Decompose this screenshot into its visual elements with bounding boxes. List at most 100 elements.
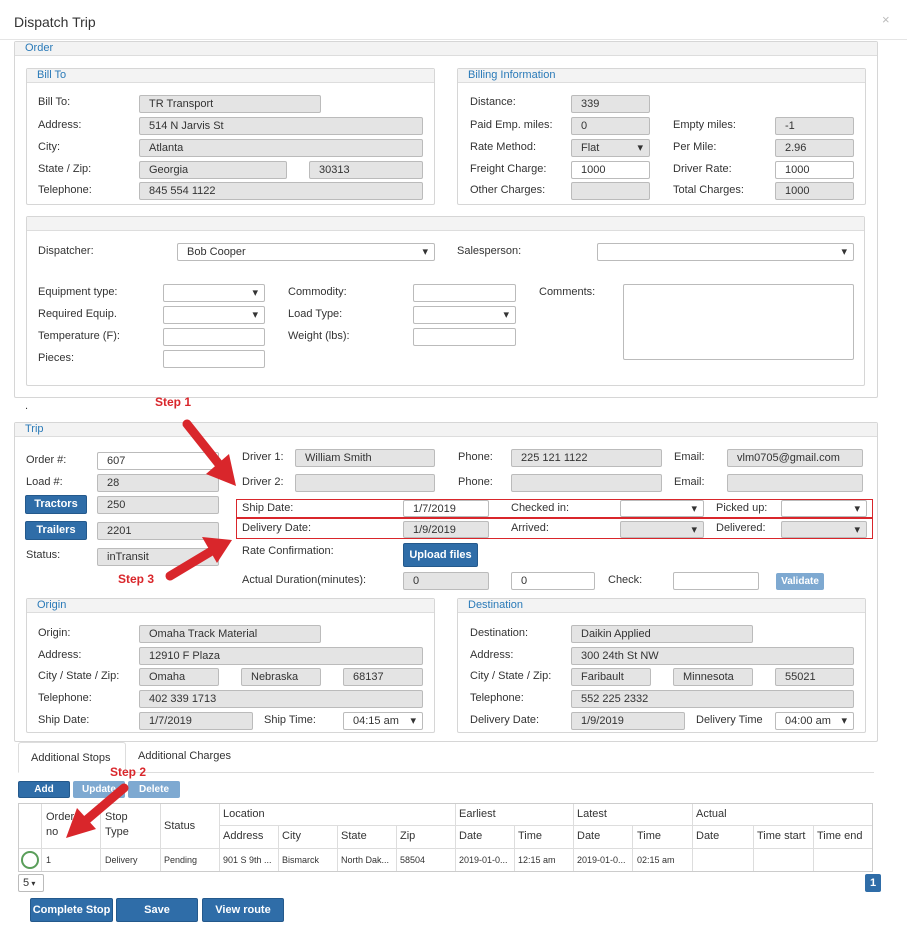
duration-input[interactable]: 0 (511, 572, 595, 590)
commodity-field[interactable] (413, 284, 516, 302)
table-row[interactable]: 1 Delivery Pending 901 S 9th ... Bismarc… (19, 849, 872, 870)
total-charges-field[interactable]: 1000 (775, 182, 854, 200)
other-charges-field[interactable] (571, 182, 650, 200)
page-button[interactable]: 1 (865, 874, 881, 892)
phone1-field[interactable]: 225 121 1122 (511, 449, 662, 467)
email2-field[interactable] (727, 474, 863, 492)
tractors-button[interactable]: Tractors (25, 495, 87, 514)
group-actual-header: Actual (696, 808, 727, 820)
salesperson-select[interactable] (597, 243, 854, 261)
bill-zip-field[interactable]: 30313 (309, 161, 423, 179)
col-status-header[interactable]: Status (164, 820, 195, 832)
bill-state-field[interactable]: Georgia (139, 161, 287, 179)
trailers-field[interactable]: 2201 (97, 522, 219, 540)
destination-zip-field[interactable]: 55021 (775, 668, 854, 686)
comments-textarea[interactable] (623, 284, 854, 360)
view-route-button[interactable]: View route (202, 898, 284, 922)
duration-label: Actual Duration(minutes): (242, 574, 367, 586)
separator-dot: . (25, 400, 29, 412)
bill-telephone-field[interactable]: 845 554 1122 (139, 182, 423, 200)
weight-field[interactable] (413, 328, 516, 346)
dispatcher-select[interactable]: Bob Cooper (177, 243, 435, 261)
checked-in-select[interactable] (620, 500, 704, 517)
destination-state-field[interactable]: Minnesota (673, 668, 753, 686)
col-city-header[interactable]: City (282, 830, 301, 842)
origin-state-field[interactable]: Nebraska (241, 668, 321, 686)
trailers-button[interactable]: Trailers (25, 521, 87, 540)
bill-to-label: Bill To: (38, 96, 71, 108)
complete-stop-button[interactable]: Complete Stop (30, 898, 113, 922)
bill-address-label: Address: (38, 119, 82, 131)
load-type-select[interactable] (413, 306, 516, 324)
destination-field[interactable]: Daikin Applied (571, 625, 753, 643)
equipment-type-select[interactable] (163, 284, 265, 302)
row-select-radio[interactable] (21, 851, 39, 869)
destination-delivery-time-select[interactable]: 04:00 am (775, 712, 854, 730)
temperature-field[interactable] (163, 328, 265, 346)
origin-ship-date-field[interactable]: 1/7/2019 (139, 712, 253, 730)
col-time-start-header[interactable]: Time start (757, 830, 806, 842)
phone2-field[interactable] (511, 474, 662, 492)
tab-additional-charges[interactable]: Additional Charges (138, 750, 231, 762)
destination-delivery-date-field[interactable]: 1/9/2019 (571, 712, 685, 730)
destination-address-field[interactable]: 300 24th St NW (571, 647, 854, 665)
rate-method-select[interactable]: Flat (571, 139, 650, 157)
driver-rate-label: Driver Rate: (673, 163, 732, 175)
origin-zip-field[interactable]: 68137 (343, 668, 423, 686)
delivery-date-field[interactable]: 1/9/2019 (403, 521, 489, 538)
arrived-select[interactable] (620, 521, 704, 538)
upload-files-button[interactable]: Upload files (403, 543, 478, 567)
email1-field[interactable]: vlm0705@gmail.com (727, 449, 863, 467)
paid-miles-field[interactable]: 0 (571, 117, 650, 135)
picked-up-select[interactable] (781, 500, 867, 517)
close-icon[interactable]: × (882, 12, 890, 27)
delivered-select[interactable] (781, 521, 867, 538)
freight-charge-field[interactable]: 1000 (571, 161, 650, 179)
bill-address-field[interactable]: 514 N Jarvis St (139, 117, 423, 135)
driver1-field[interactable]: William Smith (295, 449, 435, 467)
update-button[interactable]: Update (73, 781, 125, 798)
origin-telephone-field[interactable]: 402 339 1713 (139, 690, 423, 708)
col-actual-date-header[interactable]: Date (696, 830, 719, 842)
driver-rate-field[interactable]: 1000 (775, 161, 854, 179)
col-order-header-line2[interactable]: no (46, 826, 58, 838)
add-button[interactable]: Add (18, 781, 70, 798)
check-field[interactable] (673, 572, 759, 590)
origin-field[interactable]: Omaha Track Material (139, 625, 321, 643)
status-field[interactable]: inTransit (97, 548, 219, 566)
col-stop-type-header[interactable]: Stop (105, 811, 128, 823)
col-address-header[interactable]: Address (223, 830, 263, 842)
col-order-header[interactable]: Order (46, 811, 74, 823)
distance-field[interactable]: 339 (571, 95, 650, 113)
col-zip-header[interactable]: Zip (400, 830, 415, 842)
col-stop-type-header-line2[interactable]: Type (105, 826, 129, 838)
destination-city-field[interactable]: Faribault (571, 668, 651, 686)
destination-telephone-field[interactable]: 552 225 2332 (571, 690, 854, 708)
origin-city-field[interactable]: Omaha (139, 668, 219, 686)
origin-address-field[interactable]: 12910 F Plaza (139, 647, 423, 665)
save-button[interactable]: Save (116, 898, 198, 922)
tractors-field[interactable]: 250 (97, 496, 219, 514)
weight-label: Weight (lbs): (288, 330, 350, 342)
col-earliest-time-header[interactable]: Time (518, 830, 542, 842)
col-time-end-header[interactable]: Time end (817, 830, 862, 842)
col-latest-time-header[interactable]: Time (637, 830, 661, 842)
ship-date-field[interactable]: 1/7/2019 (403, 500, 489, 517)
empty-miles-field[interactable]: -1 (775, 117, 854, 135)
origin-ship-time-select[interactable]: 04:15 am (343, 712, 423, 730)
order-no-field[interactable]: 607 (97, 452, 219, 470)
delete-button[interactable]: Delete (128, 781, 180, 798)
col-latest-date-header[interactable]: Date (577, 830, 600, 842)
duration-actual-field[interactable]: 0 (403, 572, 489, 590)
pieces-field[interactable] (163, 350, 265, 368)
bill-city-field[interactable]: Atlanta (139, 139, 423, 157)
load-no-field[interactable]: 28 (97, 474, 219, 492)
per-mile-field[interactable]: 2.96 (775, 139, 854, 157)
required-equip-select[interactable] (163, 306, 265, 324)
driver2-field[interactable] (295, 474, 435, 492)
col-state-header[interactable]: State (341, 830, 367, 842)
validate-button[interactable]: Validate (776, 573, 824, 590)
page-size-select[interactable]: 5 ▾ (18, 874, 44, 892)
bill-to-field[interactable]: TR Transport (139, 95, 321, 113)
col-earliest-date-header[interactable]: Date (459, 830, 482, 842)
